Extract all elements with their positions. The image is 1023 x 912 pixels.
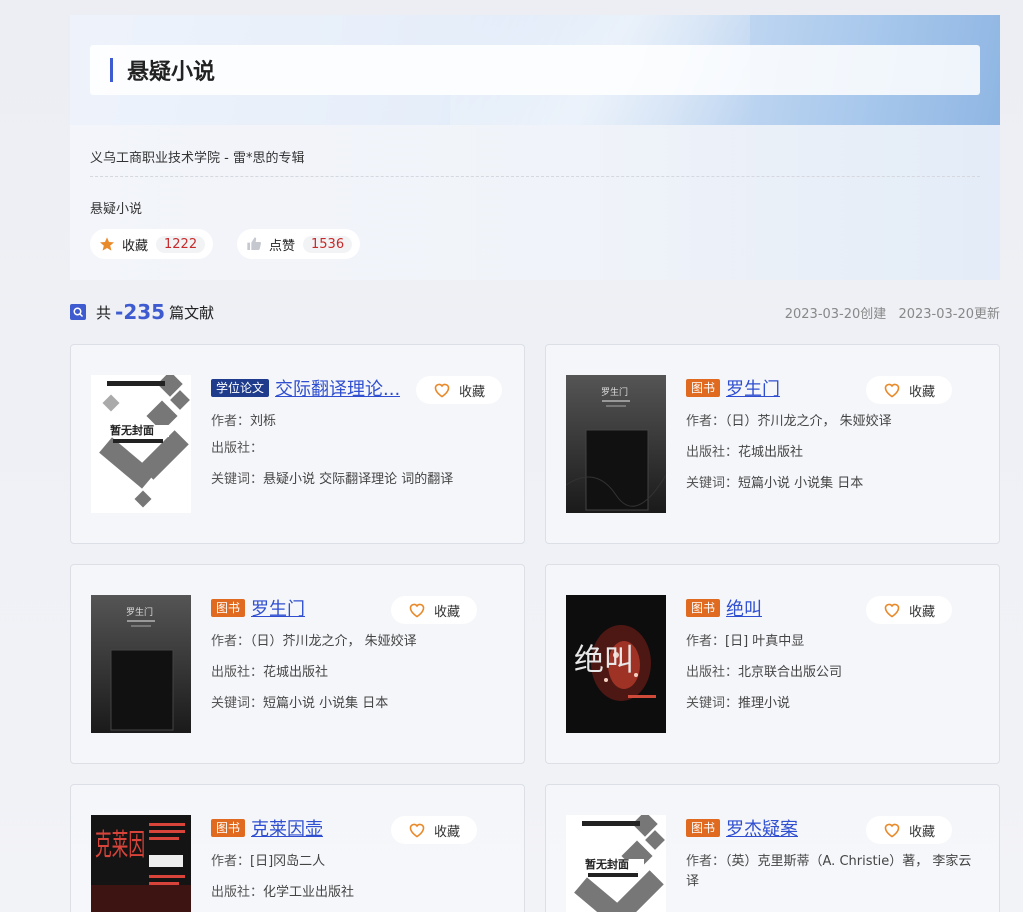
document-card: 罗生门 图书 罗生门 作者：（日）芥川龙之介， 朱娅姣译 出版社：花城出版社 关… — [70, 564, 525, 764]
favorite-button[interactable]: 收藏 — [391, 816, 477, 844]
document-card: 绝叫 图书 绝叫 作者：[日] 叶真中显 出版社：北京联合出版公司 关键词：推理… — [545, 564, 1000, 764]
heart-icon — [884, 823, 900, 838]
author-value: （日）芥川龙之介， 朱娅姣译 — [725, 414, 892, 429]
heart-icon — [884, 383, 900, 398]
favorite-button[interactable]: 收藏 — [866, 816, 952, 844]
favorite-album-button[interactable]: 收藏 1222 — [90, 229, 214, 259]
count-prefix: 共 — [96, 303, 112, 322]
author-field: 作者：（日）芥川龙之介， 朱娅姣译 — [686, 414, 892, 429]
publisher-value: 花城出版社 — [738, 445, 804, 460]
results-summary: 共 -235 篇文献 2023-03-20创建 2023-03-20更新 — [70, 298, 1000, 326]
keywords-value: 短篇小说 小说集 日本 — [263, 696, 389, 711]
album-meta: 义乌工商职业技术学院 - 雷*思的专辑 — [90, 147, 980, 177]
document-title-link[interactable]: 罗杰疑案 — [726, 815, 798, 841]
author-field: 作者：[日]冈岛二人 — [211, 854, 326, 869]
title-bar: 悬疑小说 — [90, 45, 980, 95]
keywords-value: 悬疑小说 交际翻译理论 词的翻译 — [263, 472, 454, 487]
publisher-field: 出版社： — [211, 441, 264, 456]
document-title-link[interactable]: 罗生门 — [251, 595, 305, 621]
document-card: 罗生门 图书 罗生门 作者：（日）芥川龙之介， 朱娅姣译 出版社：花城出版社 关… — [545, 344, 1000, 544]
cover-text: 暂无封面 — [110, 423, 154, 437]
document-card: 暂无封面 图书 罗杰疑案 作者：（英）克里斯蒂（A. Christie）著， 李… — [545, 784, 1000, 912]
favorites-count: 1222 — [156, 235, 206, 253]
created-date: 2023-03-20创建 — [784, 306, 887, 322]
heart-icon — [409, 603, 425, 618]
book-cover[interactable]: 克莱因 — [91, 815, 191, 912]
keywords-field: 关键词：悬疑小说 交际翻译理论 词的翻译 — [211, 472, 454, 487]
heart-icon — [884, 603, 900, 618]
favorite-button[interactable]: 收藏 — [416, 376, 502, 404]
heart-icon — [434, 383, 450, 398]
count-suffix: 篇文献 — [169, 303, 215, 322]
keywords-value: 短篇小说 小说集 日本 — [738, 476, 864, 491]
keywords-field: 关键词：短篇小说 小说集 日本 — [686, 476, 864, 491]
author-value: [日]冈岛二人 — [250, 854, 326, 869]
cover-text: 罗生门 — [126, 606, 153, 618]
author-value: [日] 叶真中显 — [725, 634, 805, 649]
cover-text: 暂无封面 — [585, 857, 629, 871]
heart-icon — [409, 823, 425, 838]
book-cover[interactable]: 绝叫 — [566, 595, 666, 733]
cover-text: 克莱因 — [95, 828, 145, 863]
author-field: 作者：（日）芥川龙之介， 朱娅姣译 — [211, 634, 417, 649]
author-value: （英）克里斯蒂（A. Christie）著， 李家云译 — [686, 854, 972, 889]
document-title-link[interactable]: 罗生门 — [726, 375, 780, 401]
album-dates: 2023-03-20创建 2023-03-20更新 — [785, 303, 1000, 322]
title-accent — [110, 58, 113, 82]
document-type-tag: 学位论文 — [211, 379, 270, 397]
author-value: 刘栎 — [250, 414, 277, 429]
document-title-link[interactable]: 交际翻译理论... — [275, 375, 400, 401]
album-description: 悬疑小说 — [90, 202, 143, 217]
author-field: 作者：（英）克里斯蒂（A. Christie）著， 李家云译 — [686, 854, 972, 889]
likes-count: 1536 — [303, 235, 353, 253]
document-title-link[interactable]: 绝叫 — [726, 595, 762, 621]
keywords-value: 推理小说 — [738, 696, 791, 711]
book-cover[interactable]: 罗生门 — [566, 375, 666, 513]
publisher-value: 北京联合出版公司 — [738, 665, 843, 680]
cover-text: 罗生门 — [601, 386, 628, 398]
favorites-label: 收藏 — [122, 238, 149, 254]
publisher-field: 出版社：花城出版社 — [211, 665, 329, 680]
updated-date: 2023-03-20更新 — [898, 306, 1000, 322]
document-card: 暂无封面 学位论文 交际翻译理论... 作者：刘栎 出版社： 关键词：悬疑小说 … — [70, 344, 525, 544]
favorite-button[interactable]: 收藏 — [391, 596, 477, 624]
document-type-tag: 图书 — [686, 379, 721, 397]
cover-text: 绝叫 — [574, 643, 634, 678]
publisher-field: 出版社：北京联合出版公司 — [686, 665, 843, 680]
book-cover[interactable]: 暂无封面 — [566, 815, 666, 912]
keywords-field: 关键词：短篇小说 小说集 日本 — [211, 696, 389, 711]
search-icon — [70, 304, 86, 320]
album-header: 悬疑小说 义乌工商职业技术学院 - 雷*思的专辑 悬疑小说 收藏 1222 点赞… — [70, 15, 1000, 280]
page-title: 悬疑小说 — [127, 60, 216, 85]
document-type-tag: 图书 — [686, 599, 721, 617]
author-field: 作者：[日] 叶真中显 — [686, 634, 805, 649]
document-type-tag: 图书 — [686, 819, 721, 837]
document-card: 克莱因 图书 克莱因壶 作者：[日]冈岛二人 出版社：化学工业出版社 收藏 — [70, 784, 525, 912]
thumbs-up-icon — [245, 235, 263, 253]
favorite-button[interactable]: 收藏 — [866, 596, 952, 624]
star-icon — [98, 235, 116, 253]
publisher-field: 出版社：化学工业出版社 — [211, 885, 355, 900]
keywords-field: 关键词：推理小说 — [686, 696, 791, 711]
author-field: 作者：刘栎 — [211, 414, 277, 429]
document-type-tag: 图书 — [211, 819, 246, 837]
document-type-tag: 图书 — [211, 599, 246, 617]
publisher-value: 花城出版社 — [263, 665, 329, 680]
document-title-link[interactable]: 克莱因壶 — [251, 815, 323, 841]
publisher-value: 化学工业出版社 — [263, 885, 355, 900]
book-cover[interactable]: 暂无封面 — [91, 375, 191, 513]
document-count: -235 — [115, 300, 166, 324]
favorite-button[interactable]: 收藏 — [866, 376, 952, 404]
author-value: （日）芥川龙之介， 朱娅姣译 — [250, 634, 417, 649]
like-album-button[interactable]: 点赞 1536 — [237, 229, 361, 259]
book-cover[interactable]: 罗生门 — [91, 595, 191, 733]
likes-label: 点赞 — [269, 238, 296, 254]
publisher-field: 出版社：花城出版社 — [686, 445, 804, 460]
